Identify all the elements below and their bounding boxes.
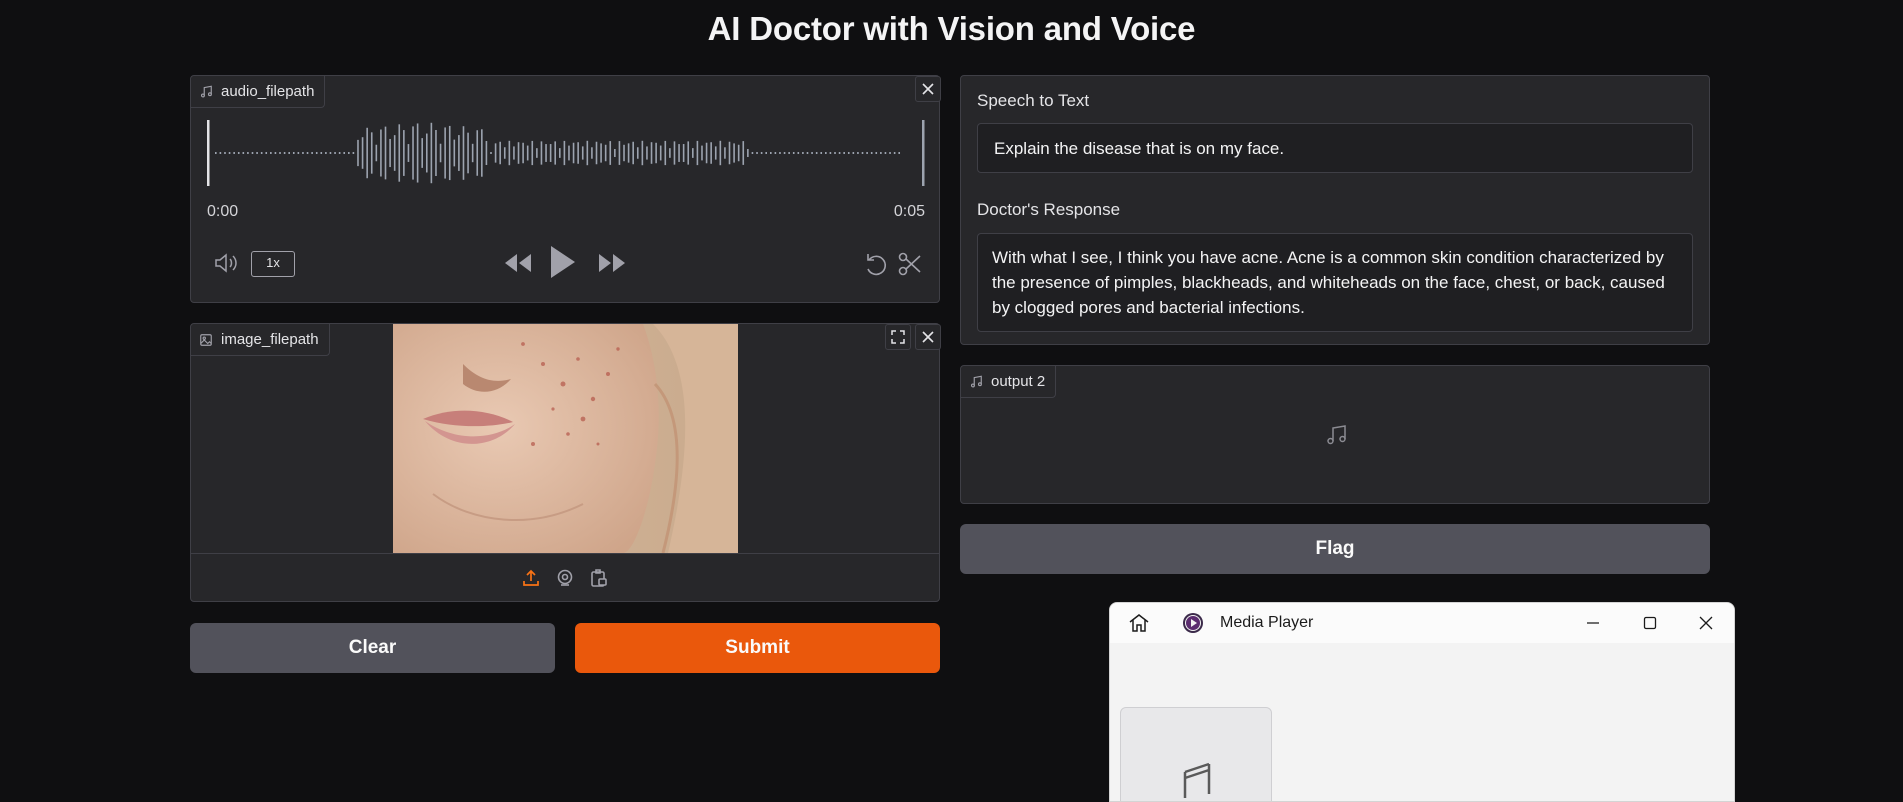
flag-button[interactable]: Flag	[960, 524, 1710, 574]
submit-button[interactable]: Submit	[575, 623, 940, 673]
volume-icon[interactable]	[213, 251, 239, 275]
clear-button[interactable]: Clear	[190, 623, 555, 673]
image-source-toolbar	[191, 553, 939, 602]
output-label: output 2	[991, 373, 1046, 390]
scissors-icon[interactable]	[897, 251, 923, 277]
audio-input-panel: audio_filepath 0:00 0:05 1x	[190, 75, 941, 303]
image-label-chip: image_filepath	[191, 324, 330, 356]
music-note-icon	[970, 375, 982, 387]
text-output-panel: Speech to Text Explain the disease that …	[960, 75, 1710, 345]
home-icon[interactable]	[1128, 613, 1150, 633]
play-icon[interactable]	[549, 244, 577, 280]
audio-waveform[interactable]	[207, 120, 925, 186]
fullscreen-icon	[891, 330, 905, 344]
speech-to-text-field[interactable]: Explain the disease that is on my face.	[977, 123, 1693, 173]
close-icon	[922, 331, 934, 343]
audio-output-panel: output 2	[960, 365, 1710, 504]
rewind-icon[interactable]	[503, 252, 533, 274]
doctor-response-field[interactable]: With what I see, I think you have acne. …	[977, 233, 1693, 332]
music-note-icon	[200, 85, 212, 97]
audio-time-start: 0:00	[207, 203, 239, 220]
image-icon	[200, 333, 212, 346]
media-player-titlebar[interactable]: Media Player	[1110, 603, 1734, 643]
maximize-icon[interactable]	[1642, 615, 1658, 631]
image-label: image_filepath	[221, 331, 319, 348]
audio-time-end: 0:05	[893, 203, 925, 220]
playhead-marker[interactable]	[207, 120, 210, 186]
fullscreen-button[interactable]	[885, 324, 911, 350]
clipboard-icon[interactable]	[589, 568, 609, 588]
face-photo	[393, 324, 738, 553]
webcam-icon[interactable]	[555, 568, 575, 588]
image-input-panel: image_filepath	[190, 323, 941, 602]
media-player-title: Media Player	[1220, 614, 1314, 631]
doctor-response-label: Doctor's Response	[977, 200, 1121, 219]
image-clear-button[interactable]	[915, 324, 941, 350]
page-title: AI Doctor with Vision and Voice	[707, 10, 1196, 47]
close-icon	[922, 83, 934, 95]
minimize-icon[interactable]	[1585, 615, 1601, 631]
playback-speed-button[interactable]: 1x	[251, 251, 295, 277]
speech-to-text-label: Speech to Text	[977, 91, 1090, 110]
audio-clear-button[interactable]	[915, 76, 941, 102]
fast-forward-icon[interactable]	[597, 252, 627, 274]
music-note-icon	[1327, 425, 1346, 445]
undo-icon[interactable]	[863, 251, 889, 277]
end-marker[interactable]	[922, 120, 925, 186]
close-icon[interactable]	[1698, 615, 1714, 631]
media-thumbnail-card[interactable]	[1120, 707, 1272, 801]
output-label-chip: output 2	[961, 366, 1057, 398]
media-player-logo-icon	[1183, 613, 1203, 633]
music-note-icon	[1183, 762, 1211, 798]
audio-label: audio_filepath	[221, 83, 315, 100]
media-player-window[interactable]: Media Player	[1109, 602, 1735, 802]
upload-icon[interactable]	[521, 568, 541, 588]
audio-label-chip: audio_filepath	[191, 76, 326, 108]
